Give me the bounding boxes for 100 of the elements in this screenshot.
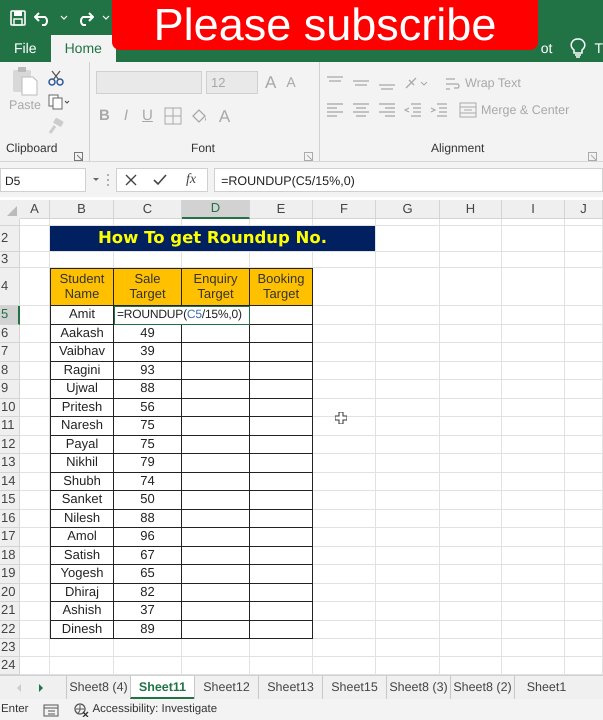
grid-cell[interactable] <box>502 226 565 252</box>
grid-cell[interactable] <box>376 252 440 268</box>
grid-cell[interactable] <box>440 252 502 268</box>
grid-cell[interactable] <box>313 362 376 380</box>
grid-cell[interactable] <box>20 306 50 324</box>
grid-cell[interactable] <box>313 528 376 546</box>
column-header[interactable]: H <box>440 200 502 219</box>
grid-cell[interactable] <box>20 584 50 602</box>
grid-cell[interactable] <box>440 510 502 528</box>
grid-cell[interactable] <box>565 398 603 417</box>
grid-cell[interactable] <box>565 252 603 268</box>
scroll-right-icon[interactable] <box>38 684 44 692</box>
grid-cell[interactable] <box>565 584 603 602</box>
grid-cell[interactable] <box>440 546 502 565</box>
grid-cell[interactable] <box>565 454 603 472</box>
grid-cell[interactable] <box>502 472 565 491</box>
grid-cell[interactable] <box>376 491 440 510</box>
grid-cell[interactable] <box>313 491 376 510</box>
row-header[interactable]: 7 <box>0 343 20 362</box>
grid-cell[interactable] <box>502 252 565 268</box>
grid-cell[interactable] <box>565 226 603 252</box>
grid-cell[interactable] <box>376 417 440 436</box>
grid-cell[interactable] <box>565 510 603 528</box>
grid-cell[interactable] <box>20 472 50 491</box>
grid-cell[interactable] <box>20 620 50 639</box>
row-header[interactable]: 3 <box>0 252 20 268</box>
row-header[interactable]: 12 <box>0 436 20 454</box>
grid-cell[interactable] <box>440 226 502 252</box>
grid-cell[interactable] <box>565 620 603 639</box>
enter-icon[interactable] <box>153 174 167 186</box>
row-header[interactable]: 16 <box>0 510 20 528</box>
grid-cell[interactable] <box>20 528 50 546</box>
grid-cell[interactable] <box>313 584 376 602</box>
grid-cell[interactable] <box>502 380 565 398</box>
grid-cell[interactable] <box>440 380 502 398</box>
grid-cell[interactable] <box>565 343 603 362</box>
row-header[interactable]: 5 <box>0 306 20 324</box>
row-header[interactable]: 6 <box>0 324 20 343</box>
grid-cell[interactable] <box>440 324 502 343</box>
ribbon-tab[interactable]: File <box>0 35 51 62</box>
row-header[interactable]: 14 <box>0 472 20 491</box>
grid-cell[interactable] <box>376 226 440 252</box>
grid-cell[interactable] <box>20 398 50 417</box>
grid-cell[interactable] <box>502 268 565 306</box>
grid-cell[interactable] <box>502 306 565 324</box>
grid-cell[interactable] <box>440 454 502 472</box>
grid-cell[interactable] <box>440 620 502 639</box>
grid-cell[interactable] <box>376 436 440 454</box>
grid-cell[interactable] <box>502 510 565 528</box>
grid-cell[interactable] <box>440 219 502 226</box>
grid-cell[interactable] <box>20 639 50 657</box>
grid-cell[interactable] <box>502 491 565 510</box>
grid-cell[interactable] <box>50 639 114 657</box>
formula-input[interactable]: =ROUNDUP(C5/15%,0) <box>214 168 603 192</box>
grid-cell[interactable] <box>20 252 50 268</box>
grid-cell[interactable] <box>313 546 376 565</box>
grid-cell[interactable] <box>565 528 603 546</box>
grid-cell[interactable] <box>440 528 502 546</box>
grid-cell[interactable] <box>440 639 502 657</box>
grid-cell[interactable] <box>502 324 565 343</box>
grid-cell[interactable] <box>502 436 565 454</box>
row-header[interactable]: 21 <box>0 602 20 620</box>
grid-cell[interactable] <box>313 602 376 620</box>
grid-cell[interactable] <box>565 324 603 343</box>
grid-cell[interactable] <box>565 602 603 620</box>
grid-cell[interactable] <box>313 380 376 398</box>
save-icon[interactable] <box>10 10 26 26</box>
grid-cell[interactable] <box>376 343 440 362</box>
grid-cell[interactable] <box>502 602 565 620</box>
grid-cell[interactable] <box>376 639 440 657</box>
grid-cell[interactable] <box>313 268 376 306</box>
grid-cell[interactable] <box>565 639 603 657</box>
grid-cell[interactable] <box>376 528 440 546</box>
grid-cell[interactable] <box>440 362 502 380</box>
grid-cell[interactable] <box>376 454 440 472</box>
row-header[interactable]: 22 <box>0 620 20 639</box>
column-header[interactable]: J <box>565 200 603 219</box>
caret-icon[interactable] <box>92 176 100 182</box>
grid-cell[interactable] <box>502 620 565 639</box>
row-header[interactable]: 24 <box>0 657 20 675</box>
column-header[interactable]: I <box>502 200 565 219</box>
insert-function-button[interactable]: fx <box>183 169 200 190</box>
grid-cell[interactable] <box>502 565 565 584</box>
caret-icon[interactable] <box>102 14 110 20</box>
scroll-left-icon[interactable] <box>16 684 22 692</box>
grid-cell[interactable] <box>565 417 603 436</box>
grid-cell[interactable] <box>250 639 313 657</box>
grid-cell[interactable] <box>565 219 603 226</box>
column-header[interactable]: B <box>50 200 114 219</box>
grid-cell[interactable] <box>376 398 440 417</box>
grid-cell[interactable] <box>376 620 440 639</box>
grid-cell[interactable] <box>182 639 250 657</box>
grid-cell[interactable] <box>20 362 50 380</box>
grid-cell[interactable] <box>376 472 440 491</box>
grid-cell[interactable] <box>502 343 565 362</box>
lightbulb-icon[interactable] <box>570 38 586 58</box>
grid-cell[interactable] <box>376 362 440 380</box>
grid-cell[interactable] <box>376 306 440 324</box>
row-header[interactable]: 23 <box>0 639 20 657</box>
grid-cell[interactable] <box>313 306 376 324</box>
